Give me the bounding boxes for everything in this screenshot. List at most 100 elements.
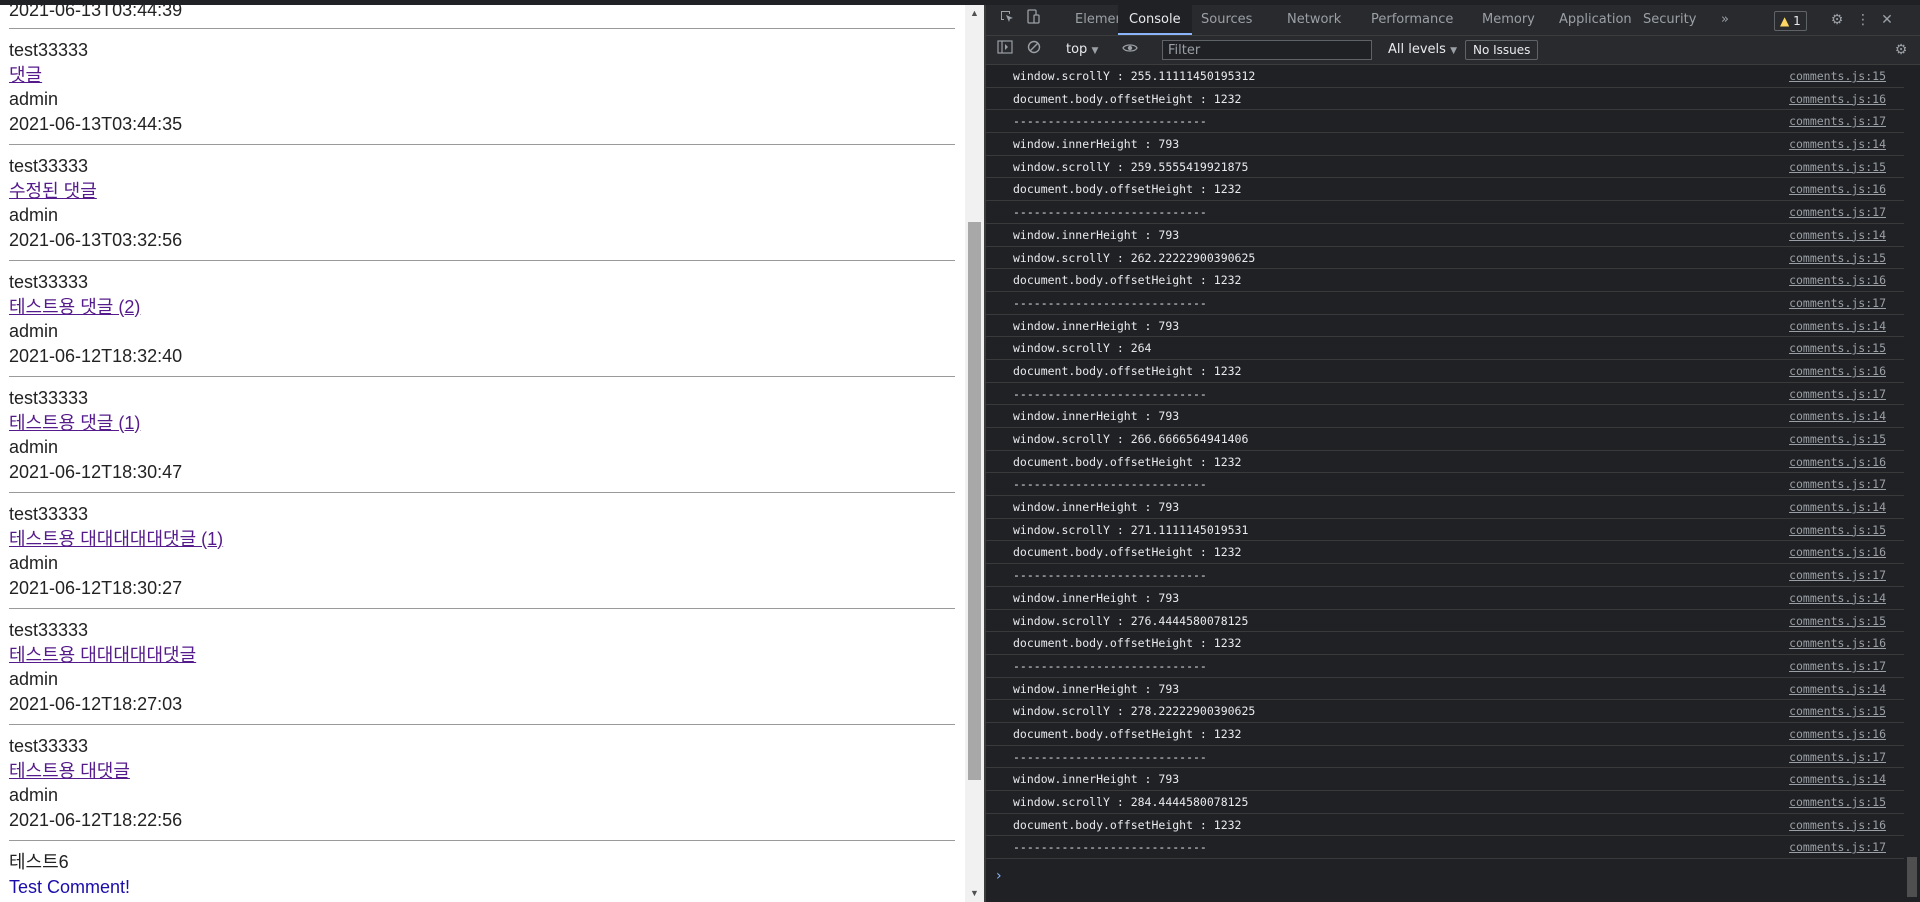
log-source-link[interactable]: comments.js:15 (1789, 65, 1886, 87)
context-selector[interactable]: top ▼ (1066, 36, 1098, 64)
scroll-up-arrow-icon[interactable]: ▲ (965, 5, 984, 22)
log-source-link[interactable]: comments.js:16 (1789, 178, 1886, 200)
log-source-link[interactable]: comments.js:14 (1789, 133, 1886, 155)
comment-link[interactable]: 테스트용 대댓글 (9, 759, 955, 784)
log-levels-dropdown[interactable]: All levels ▼ (1388, 36, 1457, 64)
log-source-link[interactable]: comments.js:17 (1789, 655, 1886, 677)
comment-link[interactable]: 수정된 댓글 (9, 179, 955, 204)
log-message: window.innerHeight : 793 (1013, 681, 1180, 696)
comment-link[interactable]: 테스트용 댓글 (1) (9, 411, 955, 436)
log-source-link[interactable]: comments.js:16 (1789, 88, 1886, 110)
console-scrollbar[interactable] (1904, 65, 1920, 902)
comment-link[interactable]: 테스트용 대대대대대댓글 (1) (9, 527, 955, 552)
comment-date: 2021-06-13T03:44:39 (9, 5, 955, 29)
console-log-row: ---------------------------- comments.js:… (986, 383, 1904, 406)
log-source-link[interactable]: comments.js:17 (1789, 473, 1886, 495)
console-sidebar-icon[interactable] (994, 39, 1016, 61)
log-message: window.innerHeight : 793 (1013, 500, 1180, 515)
comment-date: 2021-06-13T03:32:56 (9, 229, 183, 250)
log-source-link[interactable]: comments.js:14 (1789, 315, 1886, 337)
log-message: document.body.offsetHeight : 1232 (1013, 726, 1242, 741)
clear-console-icon[interactable] (1023, 39, 1045, 61)
console-log-row: window.scrollY : 276.4444580078125 commen… (986, 610, 1904, 633)
log-source-link[interactable]: comments.js:16 (1789, 541, 1886, 563)
tab-performance[interactable]: Performance (1360, 5, 1464, 35)
log-source-link[interactable]: comments.js:14 (1789, 678, 1886, 700)
log-source-link[interactable]: comments.js:16 (1789, 814, 1886, 836)
comment-date: 2021-06-12T18:32:40 (9, 345, 183, 366)
comment-link[interactable]: 테스트용 댓글 (2) (9, 295, 955, 320)
tab-security[interactable]: Security (1632, 5, 1707, 35)
tab-application[interactable]: Application (1548, 5, 1643, 35)
log-message: ---------------------------- (1013, 658, 1207, 673)
console-log-row: window.scrollY : 255.11111450195312 comme… (986, 65, 1904, 88)
log-source-link[interactable]: comments.js:16 (1789, 632, 1886, 654)
issues-button[interactable]: No Issues (1465, 40, 1539, 60)
comment-link[interactable]: 테스트용 대대대대대댓글 (9, 643, 955, 668)
log-source-link[interactable]: comments.js:17 (1789, 564, 1886, 586)
log-source-link[interactable]: comments.js:14 (1789, 496, 1886, 518)
log-message: window.scrollY : 271.1111145019531 (1013, 522, 1249, 537)
more-options-icon[interactable]: ⋮ (1852, 9, 1874, 31)
log-source-link[interactable]: comments.js:15 (1789, 791, 1886, 813)
web-page: 2021-06-13T03:44:39 test33333 댓글 admin 2021… (0, 5, 965, 902)
warnings-badge[interactable]: ▲ 1 (1774, 11, 1807, 31)
log-source-link[interactable]: comments.js:15 (1789, 519, 1886, 541)
console-log-row: window.innerHeight : 793 comments.js:14 (986, 315, 1904, 338)
settings-gear-icon[interactable]: ⚙ (1826, 9, 1848, 31)
page-scrollbar[interactable]: ▲ ▼ (965, 5, 984, 902)
log-source-link[interactable]: comments.js:16 (1789, 269, 1886, 291)
comment-author: 테스트6 (9, 852, 69, 872)
comment-user: admin (9, 437, 59, 457)
tab-memory[interactable]: Memory (1471, 5, 1546, 35)
log-source-link[interactable]: comments.js:15 (1789, 156, 1886, 178)
live-expression-eye-icon[interactable] (1119, 39, 1141, 61)
console-log-row: window.scrollY : 266.6666564941406 commen… (986, 428, 1904, 451)
close-devtools-icon[interactable]: ✕ (1876, 9, 1898, 31)
console-scroll-thumb[interactable] (1907, 857, 1917, 897)
console-prompt[interactable]: › (986, 865, 1904, 889)
log-source-link[interactable]: comments.js:14 (1789, 224, 1886, 246)
log-message: ---------------------------- (1013, 840, 1207, 855)
scroll-down-arrow-icon[interactable]: ▼ (965, 885, 984, 902)
log-source-link[interactable]: comments.js:15 (1789, 610, 1886, 632)
inspect-element-icon[interactable] (996, 9, 1018, 31)
console-settings-gear-icon[interactable]: ⚙ (1890, 39, 1912, 61)
more-tabs-button[interactable]: » (1710, 5, 1740, 35)
comment-date: 2021-06-12T18:27:03 (9, 693, 183, 714)
console-log-row: window.innerHeight : 793 comments.js:14 (986, 133, 1904, 156)
console-output: window.scrollY : 255.11111450195312 comme… (986, 65, 1904, 873)
comment-link[interactable]: Test Comment! (9, 875, 955, 900)
tab-network[interactable]: Network (1276, 5, 1352, 35)
tab-sources[interactable]: Sources (1190, 5, 1263, 35)
console-log-row: window.innerHeight : 793 comments.js:14 (986, 768, 1904, 791)
filter-input[interactable]: Filter (1162, 40, 1372, 60)
log-source-link[interactable]: comments.js:17 (1789, 383, 1886, 405)
log-source-link[interactable]: comments.js:14 (1789, 587, 1886, 609)
console-log-row: document.body.offsetHeight : 1232 comment… (986, 178, 1904, 202)
comment-link[interactable]: 댓글 (9, 63, 955, 88)
tab-console[interactable]: Console (1118, 5, 1192, 35)
log-source-link[interactable]: comments.js:14 (1789, 405, 1886, 427)
log-source-link[interactable]: comments.js:16 (1789, 451, 1886, 473)
log-source-link[interactable]: comments.js:15 (1789, 247, 1886, 269)
log-source-link[interactable]: comments.js:17 (1789, 201, 1886, 223)
log-source-link[interactable]: comments.js:17 (1789, 110, 1886, 132)
log-source-link[interactable]: comments.js:17 (1789, 292, 1886, 314)
log-message: window.scrollY : 262.22222900390625 (1013, 250, 1256, 265)
log-source-link[interactable]: comments.js:15 (1789, 700, 1886, 722)
page-scroll-thumb[interactable] (968, 222, 981, 780)
console-log-row: window.innerHeight : 793 comments.js:14 (986, 224, 1904, 247)
log-source-link[interactable]: comments.js:15 (1789, 337, 1886, 359)
device-toolbar-icon[interactable] (1022, 9, 1044, 31)
log-source-link[interactable]: comments.js:16 (1789, 360, 1886, 382)
log-source-link[interactable]: comments.js:15 (1789, 428, 1886, 450)
log-source-link[interactable]: comments.js:17 (1789, 836, 1886, 858)
log-source-link[interactable]: comments.js:14 (1789, 768, 1886, 790)
log-source-link[interactable]: comments.js:16 (1789, 723, 1886, 745)
comment-date: 2021-06-12T18:30:27 (9, 577, 183, 598)
log-message: document.body.offsetHeight : 1232 (1013, 182, 1242, 197)
log-source-link[interactable]: comments.js:17 (1789, 746, 1886, 768)
devtools-tabbar: Elements Console Sources Network Performance… (986, 5, 1920, 36)
comment-item: test33333 테스트용 댓글 (1) admin 2021-06-12T18:3… (9, 386, 955, 493)
